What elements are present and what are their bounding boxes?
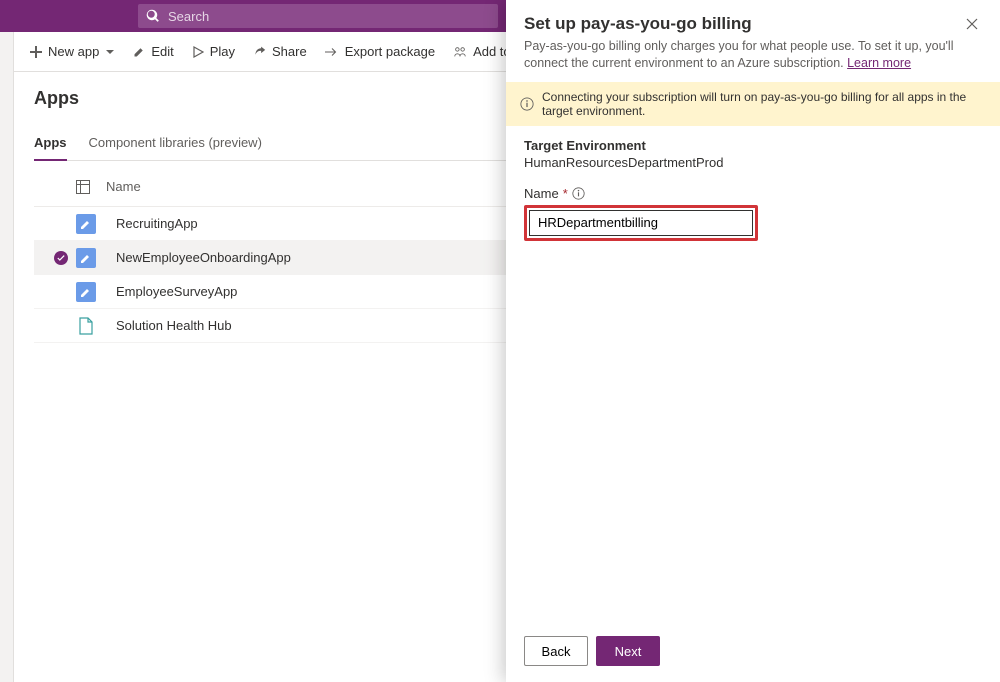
app-icon [76, 214, 96, 234]
search-icon [146, 9, 160, 23]
play-button[interactable]: Play [192, 44, 235, 59]
app-icon [76, 282, 96, 302]
learn-more-link[interactable]: Learn more [847, 56, 911, 70]
billing-name-input[interactable] [529, 210, 753, 236]
search-box[interactable] [138, 4, 498, 28]
layout-icon [76, 180, 90, 194]
tab-component-libraries[interactable]: Component libraries (preview) [89, 127, 262, 160]
info-icon[interactable] [572, 187, 585, 200]
export-package-button[interactable]: Export package [325, 44, 435, 59]
required-asterisk: * [563, 186, 568, 201]
document-icon [76, 316, 96, 336]
billing-panel: Set up pay-as-you-go billing Pay-as-you-… [506, 0, 1000, 682]
target-environment-value: HumanResourcesDepartmentProd [524, 155, 982, 170]
new-app-button[interactable]: New app [30, 44, 115, 59]
back-button[interactable]: Back [524, 636, 588, 666]
name-field-label: Name * [524, 186, 982, 201]
info-banner: Connecting your subscription will turn o… [506, 82, 1000, 126]
share-button[interactable]: Share [253, 44, 307, 59]
next-button[interactable]: Next [596, 636, 660, 666]
selected-check-icon [54, 251, 68, 265]
edit-button[interactable]: Edit [133, 44, 173, 59]
target-environment-label: Target Environment [524, 138, 982, 153]
left-nav-rail [0, 32, 14, 682]
tab-apps[interactable]: Apps [34, 127, 67, 160]
panel-description: Pay-as-you-go billing only charges you f… [524, 38, 982, 72]
close-icon [966, 18, 978, 30]
info-icon [520, 97, 534, 111]
name-input-highlight [524, 205, 758, 241]
close-button[interactable] [962, 14, 982, 34]
panel-title: Set up pay-as-you-go billing [524, 14, 962, 34]
search-input[interactable] [168, 9, 490, 24]
app-icon [76, 248, 96, 268]
chevron-down-icon [105, 47, 115, 57]
